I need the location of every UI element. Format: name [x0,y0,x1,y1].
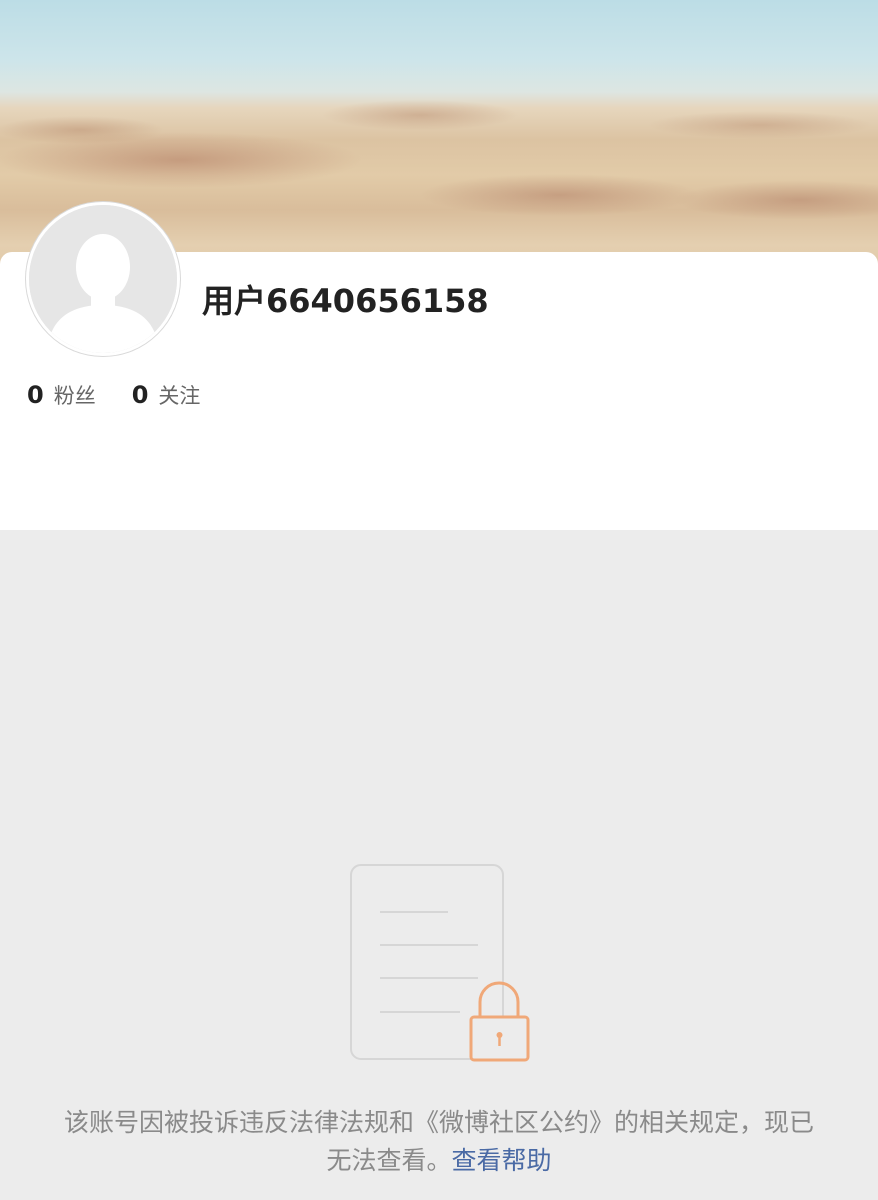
followers-count: 0 [27,381,44,409]
followers-stat[interactable]: 0 粉丝 [27,380,96,410]
following-stat[interactable]: 0 关注 [132,380,201,410]
locked-document-icon [350,864,530,1062]
profile-stats: 0 粉丝 0 关注 [27,380,236,410]
username: 用户6640656158 [202,282,489,320]
followers-label: 粉丝 [53,384,96,408]
notice-message: 该账号因被投诉违反法律法规和《微博社区公约》的相关规定，现已无法查看。 [63,1108,814,1175]
account-suspended-notice: 该账号因被投诉违反法律法规和《微博社区公约》的相关规定，现已无法查看。查看帮助 [60,1104,818,1180]
help-link[interactable]: 查看帮助 [452,1146,552,1175]
default-avatar-icon [29,205,177,353]
following-count: 0 [131,381,149,409]
following-label: 关注 [158,384,201,408]
avatar[interactable] [26,202,180,356]
